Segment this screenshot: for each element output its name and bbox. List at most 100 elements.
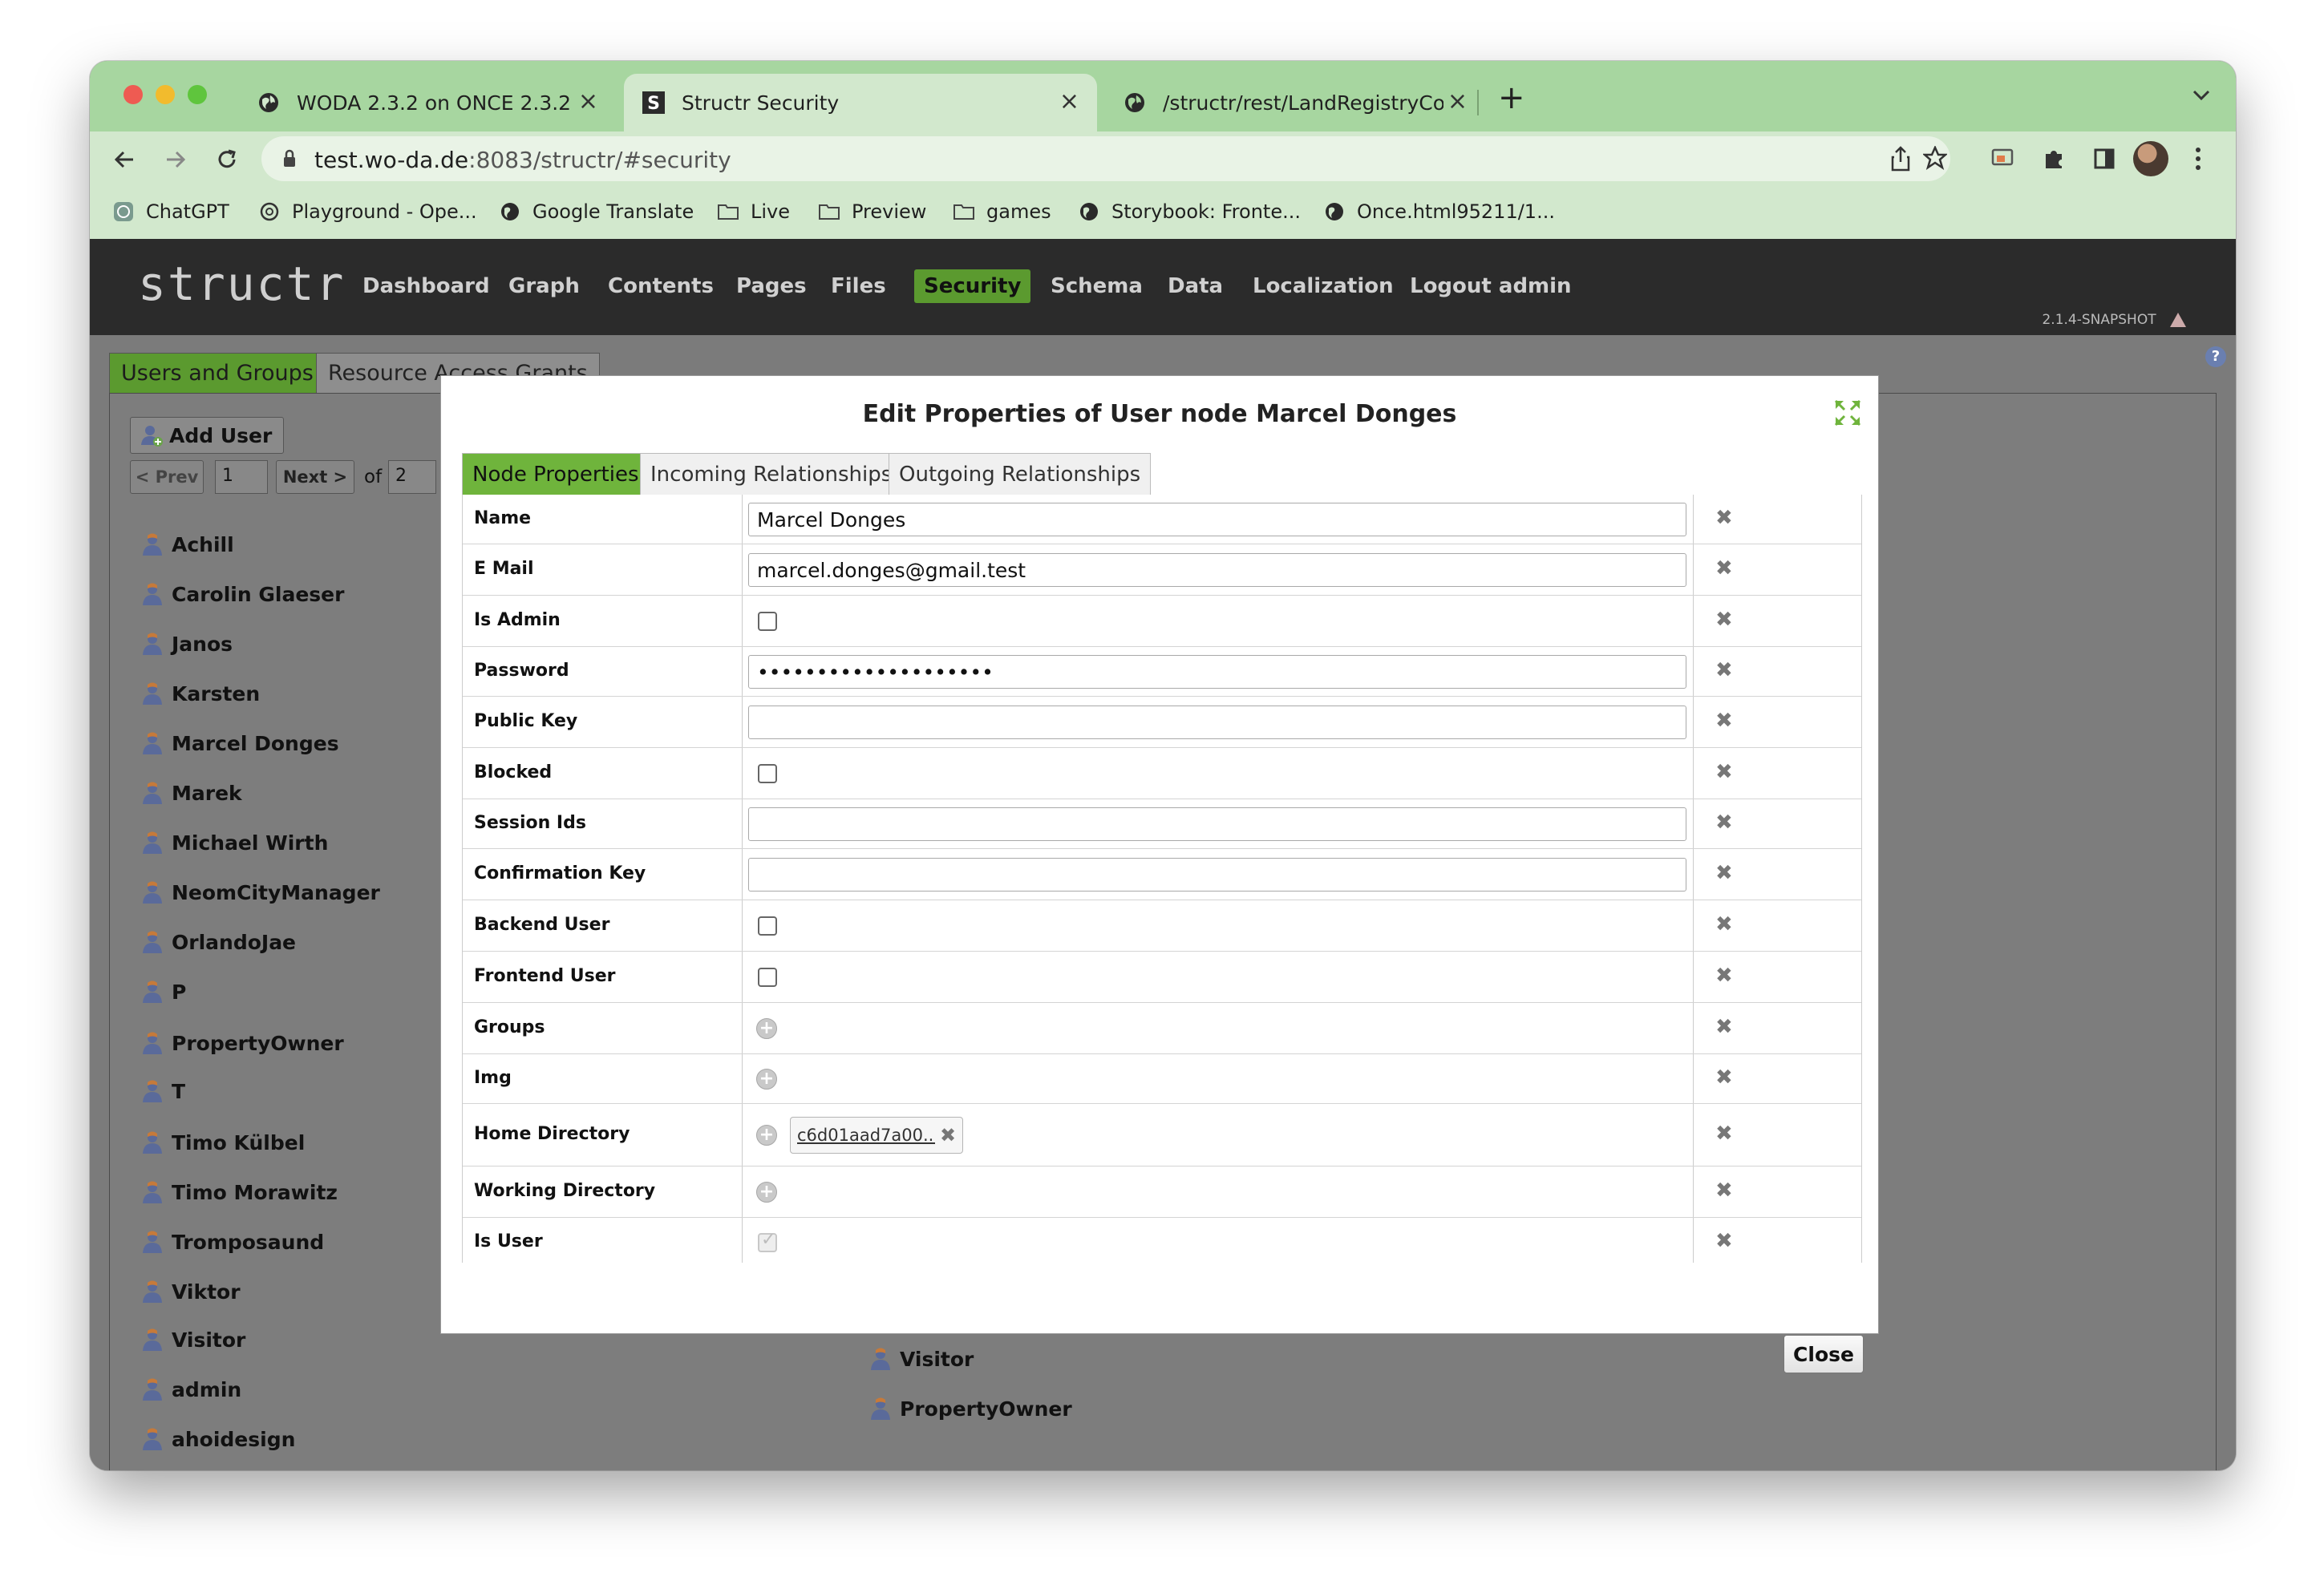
delete-property-icon[interactable]: ✖ (1715, 964, 1733, 988)
browser-menu-icon[interactable] (2194, 146, 2202, 175)
user-list-item[interactable]: Marek (141, 781, 242, 805)
maximize-icon[interactable] (1833, 398, 1862, 427)
property-input[interactable] (748, 706, 1686, 739)
user-list-item[interactable]: Carolin Glaeser (141, 582, 344, 606)
menu-dashboard[interactable]: Dashboard (362, 274, 490, 298)
side-panel-icon[interactable] (2093, 148, 2115, 173)
browser-tab-rest[interactable]: /structr/rest/LandRegistryConti × (1105, 74, 1474, 131)
user-list-item[interactable]: Viktor (141, 1280, 241, 1304)
related-node-id[interactable]: c6d01aad7a00... (797, 1126, 935, 1145)
bookmark-storybook[interactable]: Storybook: Fronte... (1078, 200, 1301, 223)
bookmark-star-icon[interactable] (1921, 144, 1949, 173)
bookmark-folder-live[interactable]: Live (717, 200, 790, 223)
bookmark-folder-preview[interactable]: Preview (818, 200, 926, 223)
tab-node-properties[interactable]: Node Properties (462, 453, 650, 495)
prev-page-button[interactable]: < Prev (130, 460, 204, 494)
delete-property-icon[interactable]: ✖ (1715, 709, 1733, 733)
profile-avatar[interactable] (2133, 141, 2168, 176)
property-checkbox[interactable] (758, 764, 777, 783)
bookmark-playground[interactable]: Playground - Ope... (258, 200, 477, 223)
add-relation-icon[interactable]: + (756, 1182, 777, 1203)
delete-property-icon[interactable]: ✖ (1715, 1015, 1733, 1039)
browser-tab-structr[interactable]: S Structr Security × (624, 74, 1097, 131)
delete-property-icon[interactable]: ✖ (1715, 1122, 1733, 1146)
minimize-window-button[interactable] (156, 85, 175, 104)
menu-contents[interactable]: Contents (608, 274, 714, 298)
add-relation-icon[interactable]: + (756, 1018, 777, 1039)
group-member-propertyowner[interactable]: PropertyOwner (869, 1397, 1072, 1421)
delete-property-icon[interactable]: ✖ (1715, 912, 1733, 936)
extensions-puzzle-icon[interactable] (2042, 146, 2066, 173)
delete-property-icon[interactable]: ✖ (1715, 1065, 1733, 1090)
menu-pages[interactable]: Pages (736, 274, 807, 298)
user-list-item[interactable]: Timo Morawitz (141, 1180, 338, 1204)
close-tab-icon[interactable]: × (1059, 90, 1079, 114)
reload-icon[interactable] (209, 141, 245, 178)
user-list-item[interactable]: ahoidesign (141, 1427, 295, 1451)
close-button[interactable]: Close (1783, 1335, 1864, 1373)
menu-data[interactable]: Data (1168, 274, 1223, 298)
bookmark-once[interactable]: Once.html95211/1... (1323, 200, 1555, 223)
bookmark-chatgpt[interactable]: ChatGPT (112, 200, 229, 223)
add-relation-icon[interactable]: + (756, 1069, 777, 1090)
user-list-item[interactable]: Tromposaund (141, 1230, 324, 1254)
related-node-chip[interactable]: c6d01aad7a00... ✖ (790, 1117, 964, 1154)
close-tab-icon[interactable]: × (1447, 90, 1468, 114)
user-list-item[interactable]: admin (141, 1377, 241, 1401)
add-user-button[interactable]: Add User (130, 417, 285, 454)
delete-property-icon[interactable]: ✖ (1715, 608, 1733, 632)
delete-property-icon[interactable]: ✖ (1715, 1179, 1733, 1203)
tab-outgoing-relationships[interactable]: Outgoing Relationships (889, 453, 1152, 495)
menu-graph[interactable]: Graph (508, 274, 580, 298)
delete-property-icon[interactable]: ✖ (1715, 506, 1733, 530)
remove-relation-icon[interactable]: ✖ (940, 1124, 956, 1146)
address-bar[interactable]: test.wo-da.de:8083/structr/#security (261, 136, 1950, 181)
page-number-input[interactable]: 1 (215, 460, 268, 494)
next-page-button[interactable]: Next > (276, 460, 354, 494)
forward-arrow-icon[interactable] (157, 141, 194, 178)
user-list-item[interactable]: Achill (141, 532, 234, 556)
back-arrow-icon[interactable] (106, 141, 143, 178)
delete-property-icon[interactable]: ✖ (1715, 861, 1733, 885)
zoom-window-button[interactable] (188, 85, 207, 104)
user-list-item[interactable]: Michael Wirth (141, 831, 328, 855)
property-input[interactable] (748, 503, 1686, 536)
structr-logo[interactable]: structr (138, 257, 345, 311)
user-list-item[interactable]: Karsten (141, 681, 260, 706)
property-input[interactable] (748, 858, 1686, 892)
user-list-item[interactable]: PropertyOwner (141, 1031, 344, 1055)
group-member-visitor[interactable]: Visitor (869, 1347, 974, 1371)
close-window-button[interactable] (123, 85, 143, 104)
delete-property-icon[interactable]: ✖ (1715, 658, 1733, 682)
property-input[interactable] (748, 655, 1686, 689)
user-list-item[interactable]: T (141, 1079, 185, 1103)
menu-schema[interactable]: Schema (1051, 274, 1143, 298)
menu-localization[interactable]: Localization (1253, 274, 1394, 298)
tab-users-and-groups[interactable]: Users and Groups (109, 353, 326, 393)
user-list-item[interactable]: P (141, 980, 186, 1004)
menu-security[interactable]: Security (914, 269, 1031, 303)
menu-files[interactable]: Files (831, 274, 886, 298)
bookmark-folder-games[interactable]: games (953, 200, 1051, 223)
close-tab-icon[interactable]: × (578, 90, 598, 114)
delete-property-icon[interactable]: ✖ (1715, 1229, 1733, 1253)
delete-property-icon[interactable]: ✖ (1715, 556, 1733, 580)
share-icon[interactable] (1889, 146, 1912, 175)
property-checkbox[interactable] (758, 612, 777, 631)
user-list-item[interactable]: Timo Külbel (141, 1130, 305, 1154)
add-relation-icon[interactable]: + (756, 1125, 777, 1146)
browser-tab-woda[interactable]: WODA 2.3.2 on ONCE 2.3.2 × (239, 74, 616, 131)
bookmark-google-translate[interactable]: Google Translate (499, 200, 694, 223)
delete-property-icon[interactable]: ✖ (1715, 760, 1733, 784)
tab-incoming-relationships[interactable]: Incoming Relationships (640, 453, 903, 495)
cast-icon[interactable] (1990, 148, 2014, 173)
menu-logout[interactable]: Logout admin (1410, 274, 1572, 298)
property-input[interactable] (748, 553, 1686, 587)
user-list-item[interactable]: Visitor (141, 1328, 245, 1352)
tab-search-chevron-icon[interactable] (2191, 87, 2212, 107)
user-list-item[interactable]: Marcel Donges (141, 731, 339, 755)
help-icon[interactable]: ? (2205, 346, 2226, 367)
delete-property-icon[interactable]: ✖ (1715, 811, 1733, 835)
property-input[interactable] (748, 807, 1686, 841)
user-list-item[interactable]: NeomCityManager (141, 880, 380, 904)
